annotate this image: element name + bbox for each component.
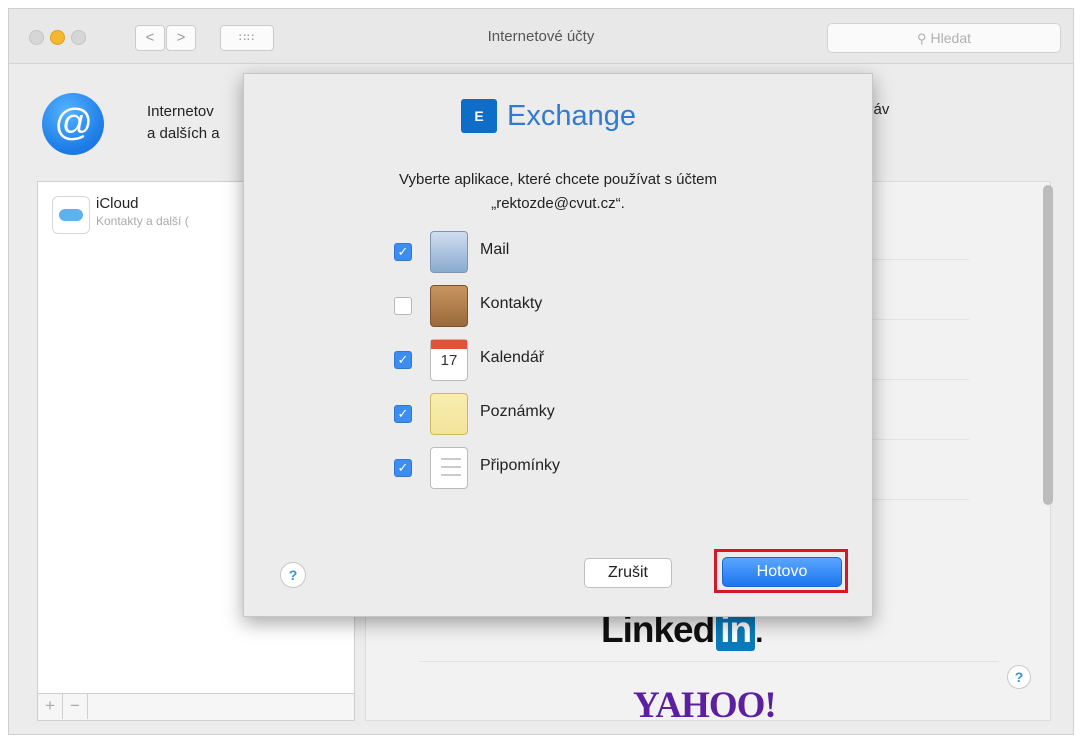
remove-account-button[interactable]: − <box>63 694 88 719</box>
divider <box>869 259 969 260</box>
notes-icon <box>430 393 468 435</box>
provider-yahoo[interactable]: YAHOO! <box>633 684 777 727</box>
divider <box>869 319 969 320</box>
app-row-mail: ✓ Mail <box>390 230 690 274</box>
mail-icon <box>430 231 468 273</box>
search-placeholder: Hledat <box>930 30 971 46</box>
linkedin-dot: . <box>755 616 763 649</box>
reminders-checkbox[interactable]: ✓ <box>394 459 412 477</box>
app-label-calendar: Kalendář <box>480 349 545 366</box>
mail-checkbox[interactable]: ✓ <box>394 243 412 261</box>
calendar-checkbox[interactable]: ✓ <box>394 351 412 369</box>
app-label-contacts: Kontakty <box>480 295 543 312</box>
search-icon: ⚲ <box>917 31 927 46</box>
internet-accounts-window: < > ∷∷ Internetové účty ⚲ Hledat @ Intern… <box>8 8 1074 735</box>
app-label-reminders: Připomínky <box>480 457 561 474</box>
done-button[interactable]: Hotovo <box>722 557 842 587</box>
exchange-title: Exchange <box>507 100 636 132</box>
providers-scrollbar[interactable] <box>1043 185 1053 505</box>
account-name: iCloud <box>96 195 139 212</box>
notes-checkbox[interactable]: ✓ <box>394 405 412 423</box>
icloud-icon <box>52 196 90 234</box>
dialog-prompt: Vyberte aplikace, které chcete používat … <box>244 168 872 216</box>
app-row-notes: ✓ Poznámky <box>390 392 690 436</box>
divider <box>869 379 969 380</box>
calendar-icon: 17 <box>430 339 468 381</box>
prompt-line-2: „rektozde@cvut.cz“. <box>491 195 625 212</box>
prompt-line-1: Vyberte aplikace, které chcete používat … <box>399 171 717 188</box>
account-detail: Kontakty a další ( <box>96 214 189 228</box>
exchange-icon: E <box>461 99 497 133</box>
app-label-mail: Mail <box>480 241 510 258</box>
divider <box>419 661 999 662</box>
at-sign-icon: @ <box>42 93 104 155</box>
add-account-button[interactable]: + <box>38 694 63 719</box>
app-row-reminders: ✓ Připomínky <box>390 446 690 490</box>
calendar-day: 17 <box>440 352 458 369</box>
divider <box>869 439 969 440</box>
search-field[interactable]: ⚲ Hledat <box>827 23 1061 53</box>
calendar-header <box>431 340 467 349</box>
exchange-apps-sheet: E Exchange Vyberte aplikace, které chcet… <box>243 73 873 617</box>
cancel-button[interactable]: Zrušit <box>584 558 672 588</box>
contacts-icon <box>430 285 468 327</box>
header-line-1: Internetov <box>147 103 214 120</box>
titlebar: < > ∷∷ Internetové účty ⚲ Hledat <box>9 9 1073 64</box>
header-description: Internetov a dalších a <box>147 101 220 145</box>
reminders-icon <box>430 447 468 489</box>
app-row-calendar: ✓ 17 Kalendář <box>390 338 690 382</box>
app-row-contacts: Kontakty <box>390 284 690 328</box>
dialog-help-button[interactable]: ? <box>280 562 306 588</box>
header-line-2: a dalších a <box>147 125 220 142</box>
list-controls: + − <box>38 693 354 720</box>
contacts-checkbox[interactable] <box>394 297 412 315</box>
divider <box>869 499 969 500</box>
app-label-notes: Poznámky <box>480 403 555 420</box>
help-button[interactable]: ? <box>1007 665 1031 689</box>
